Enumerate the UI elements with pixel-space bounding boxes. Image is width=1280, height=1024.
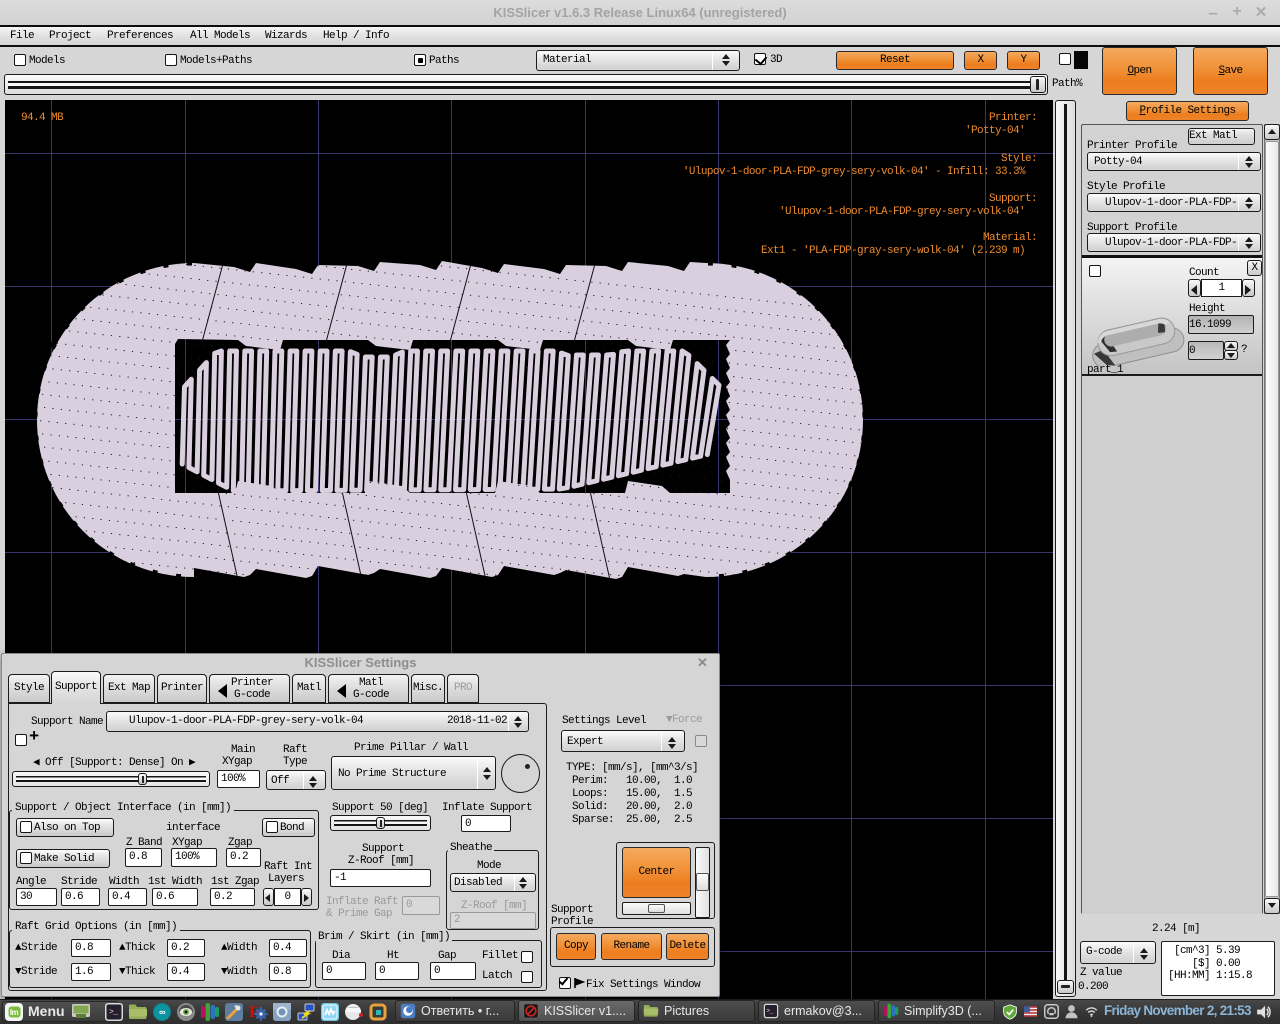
svg-text:>_: >_ bbox=[766, 1008, 773, 1015]
svg-text:lm: lm bbox=[10, 1008, 19, 1017]
svg-text:>_: >_ bbox=[109, 1008, 118, 1017]
